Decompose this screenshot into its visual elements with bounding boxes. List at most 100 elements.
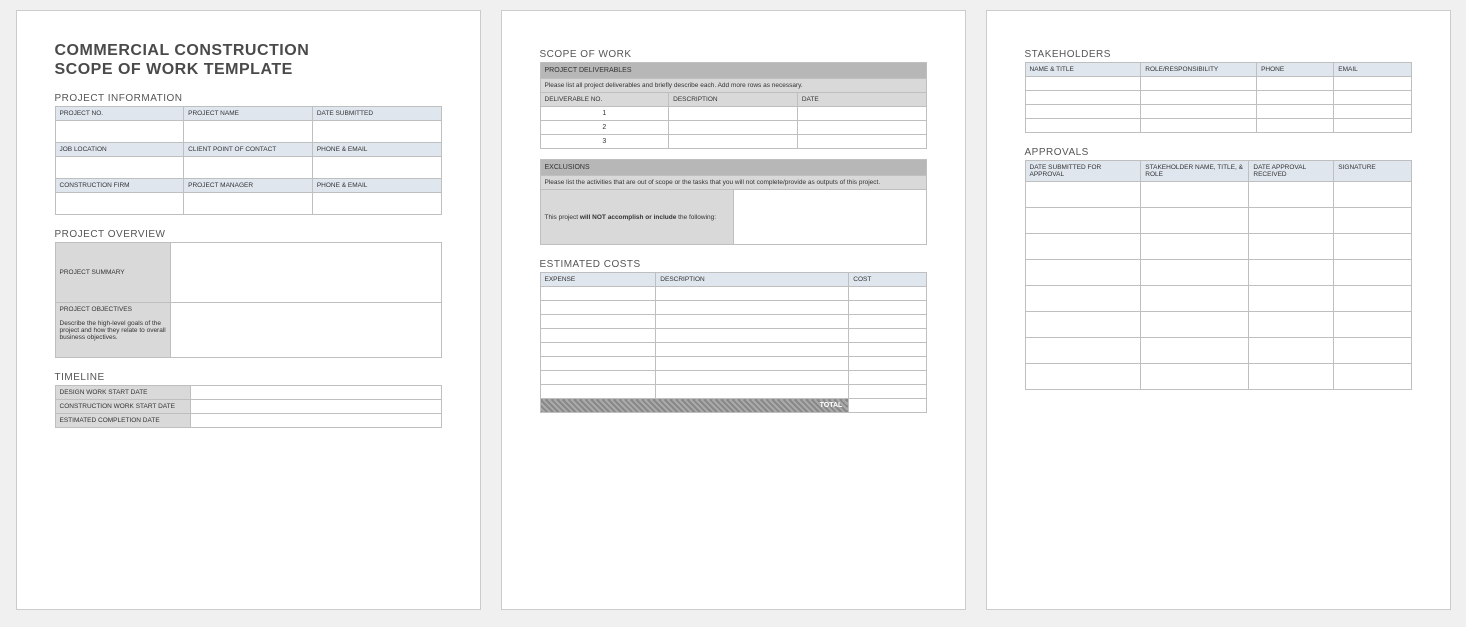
input-cell[interactable] — [1249, 260, 1334, 286]
input-cell[interactable] — [1141, 364, 1249, 390]
input-cell[interactable] — [1141, 91, 1257, 105]
input-cell[interactable] — [540, 301, 656, 315]
label-cost-desc: DESCRIPTION — [656, 273, 849, 287]
input-cell[interactable] — [1025, 208, 1141, 234]
input-cell[interactable] — [656, 315, 849, 329]
input-cell[interactable] — [1141, 119, 1257, 133]
input-cell[interactable] — [849, 385, 926, 399]
input-cell[interactable] — [669, 107, 798, 121]
input-cell[interactable] — [1334, 208, 1411, 234]
input-cell[interactable] — [1334, 77, 1411, 91]
label-phone-email: PHONE & EMAIL — [312, 143, 441, 157]
input-cell[interactable] — [190, 400, 441, 414]
input-cell[interactable] — [540, 385, 656, 399]
input-cell[interactable] — [312, 193, 441, 215]
input-cell[interactable] — [1257, 91, 1334, 105]
input-cell[interactable] — [849, 329, 926, 343]
input-cell[interactable] — [1025, 286, 1141, 312]
input-cell[interactable] — [1249, 364, 1334, 390]
input-cell[interactable] — [540, 343, 656, 357]
input-cell[interactable] — [1141, 260, 1249, 286]
input-cell[interactable] — [540, 371, 656, 385]
input-cell[interactable] — [1249, 286, 1334, 312]
input-cell[interactable] — [733, 190, 926, 245]
input-cell[interactable] — [1334, 91, 1411, 105]
input-cell[interactable] — [1334, 338, 1411, 364]
label-date-submitted: DATE SUBMITTED — [312, 107, 441, 121]
input-cell[interactable] — [1025, 338, 1141, 364]
label-name-title: NAME & TITLE — [1025, 63, 1141, 77]
input-cell[interactable] — [1025, 77, 1141, 91]
input-cell[interactable] — [797, 121, 926, 135]
input-cell[interactable] — [1249, 234, 1334, 260]
input-cell[interactable] — [1334, 364, 1411, 390]
input-cell[interactable] — [1025, 105, 1141, 119]
input-cell[interactable] — [1025, 364, 1141, 390]
input-cell[interactable] — [55, 157, 184, 179]
input-cell[interactable] — [1141, 77, 1257, 91]
input-cell[interactable] — [1257, 119, 1334, 133]
input-cell[interactable] — [1334, 105, 1411, 119]
input-cell[interactable] — [190, 414, 441, 428]
input-cell[interactable] — [312, 157, 441, 179]
input-cell[interactable] — [656, 329, 849, 343]
input-cell[interactable] — [797, 135, 926, 149]
input-cell[interactable] — [540, 357, 656, 371]
input-cell[interactable] — [1249, 312, 1334, 338]
input-cell[interactable] — [184, 157, 313, 179]
input-cell[interactable] — [1025, 91, 1141, 105]
input-cell[interactable] — [656, 385, 849, 399]
input-cell[interactable] — [656, 343, 849, 357]
input-cell[interactable] — [1257, 77, 1334, 91]
input-cell[interactable] — [1025, 260, 1141, 286]
label-project-summary: PROJECT SUMMARY — [55, 243, 171, 303]
input-cell[interactable] — [1257, 105, 1334, 119]
label-project-manager: PROJECT MANAGER — [184, 179, 313, 193]
input-cell[interactable] — [540, 315, 656, 329]
input-cell[interactable] — [656, 371, 849, 385]
input-cell[interactable] — [1141, 105, 1257, 119]
input-cell[interactable] — [184, 121, 313, 143]
input-cell[interactable] — [1334, 260, 1411, 286]
input-cell[interactable] — [1141, 234, 1249, 260]
input-cell[interactable] — [1334, 234, 1411, 260]
input-cell[interactable] — [171, 303, 441, 358]
input-cell[interactable] — [849, 357, 926, 371]
input-cell[interactable] — [540, 329, 656, 343]
input-cell[interactable] — [1141, 312, 1249, 338]
input-cell[interactable] — [55, 193, 184, 215]
input-cell[interactable] — [55, 121, 184, 143]
input-cell[interactable] — [190, 386, 441, 400]
input-cell[interactable] — [849, 287, 926, 301]
input-cell[interactable] — [1025, 234, 1141, 260]
input-cell[interactable] — [849, 315, 926, 329]
input-cell[interactable] — [540, 287, 656, 301]
input-cell[interactable] — [1141, 208, 1249, 234]
input-cell[interactable] — [1334, 312, 1411, 338]
input-cell[interactable] — [1025, 182, 1141, 208]
input-cell[interactable] — [184, 193, 313, 215]
input-cell[interactable] — [1141, 182, 1249, 208]
input-cell[interactable] — [1249, 208, 1334, 234]
input-cell[interactable] — [1334, 119, 1411, 133]
input-cell[interactable] — [656, 301, 849, 315]
input-cell[interactable] — [849, 371, 926, 385]
input-cell[interactable] — [849, 343, 926, 357]
input-cell[interactable] — [1141, 286, 1249, 312]
input-cell[interactable] — [1025, 119, 1141, 133]
input-cell[interactable] — [312, 121, 441, 143]
input-cell[interactable] — [656, 287, 849, 301]
label-signature: SIGNATURE — [1334, 161, 1411, 182]
input-cell[interactable] — [171, 243, 441, 303]
input-cell[interactable] — [669, 135, 798, 149]
input-cell[interactable] — [797, 107, 926, 121]
input-cell[interactable] — [1249, 338, 1334, 364]
input-cell[interactable] — [1141, 338, 1249, 364]
input-cell[interactable] — [1334, 182, 1411, 208]
input-cell[interactable] — [1249, 182, 1334, 208]
input-cell[interactable] — [849, 301, 926, 315]
input-cell[interactable] — [669, 121, 798, 135]
input-cell[interactable] — [1334, 286, 1411, 312]
input-cell[interactable] — [1025, 312, 1141, 338]
input-cell[interactable] — [656, 357, 849, 371]
